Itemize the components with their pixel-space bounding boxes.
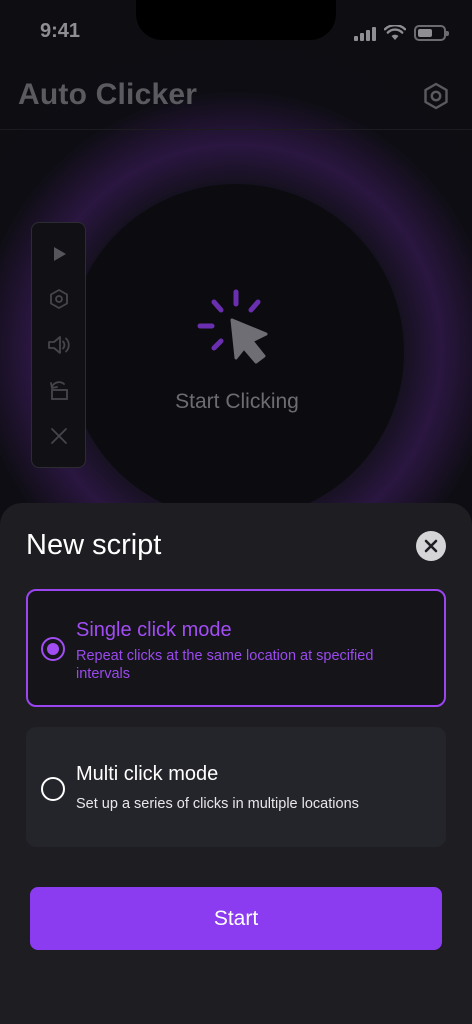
floating-reset-button[interactable]: [45, 377, 73, 405]
speaker-icon: [47, 336, 70, 354]
floating-play-button[interactable]: [45, 240, 73, 268]
cellular-signal-icon: [354, 25, 376, 41]
sheet-close-button[interactable]: [416, 531, 446, 561]
new-script-sheet: New script Single click mode Repeat clic…: [0, 503, 472, 1024]
multi-click-mode-radio[interactable]: [41, 777, 65, 801]
battery-icon: [414, 25, 449, 41]
settings-hex-icon: [49, 289, 68, 310]
rotate-icon: [49, 380, 68, 400]
floating-settings-button[interactable]: [45, 285, 73, 313]
device-notch: [136, 0, 336, 40]
start-clicking-label: Start Clicking: [175, 390, 299, 413]
sheet-title: New script: [26, 529, 162, 561]
status-bar: 9:41: [0, 0, 472, 64]
multi-click-mode-description: Set up a series of clicks in multiple lo…: [76, 796, 359, 812]
start-button[interactable]: Start: [30, 887, 442, 950]
settings-hex-icon: [424, 82, 448, 110]
single-click-mode-description: Repeat clicks at the same location at sp…: [76, 648, 374, 682]
settings-button[interactable]: [420, 80, 452, 112]
app-header: Auto Clicker: [0, 64, 472, 130]
wifi-icon: [384, 25, 406, 40]
multi-click-mode-title: Multi click mode: [76, 763, 219, 785]
cursor-click-icon: [197, 289, 268, 364]
radio-selected-dot: [47, 643, 59, 655]
single-click-mode-radio[interactable]: [41, 637, 65, 661]
status-time: 9:41: [40, 20, 81, 42]
close-x-icon: [50, 428, 67, 445]
app-title: Auto Clicker: [18, 78, 198, 111]
status-icons: [354, 22, 449, 44]
close-icon: [424, 539, 438, 553]
floating-close-button[interactable]: [45, 422, 73, 450]
floating-toolbar: [31, 222, 86, 468]
play-icon: [53, 246, 66, 261]
single-click-mode-title: Single click mode: [76, 619, 232, 641]
single-click-mode-option[interactable]: Single click mode Repeat clicks at the s…: [26, 589, 446, 707]
multi-click-mode-option[interactable]: Multi click mode Set up a series of clic…: [26, 727, 446, 847]
floating-sound-button[interactable]: [45, 331, 73, 359]
